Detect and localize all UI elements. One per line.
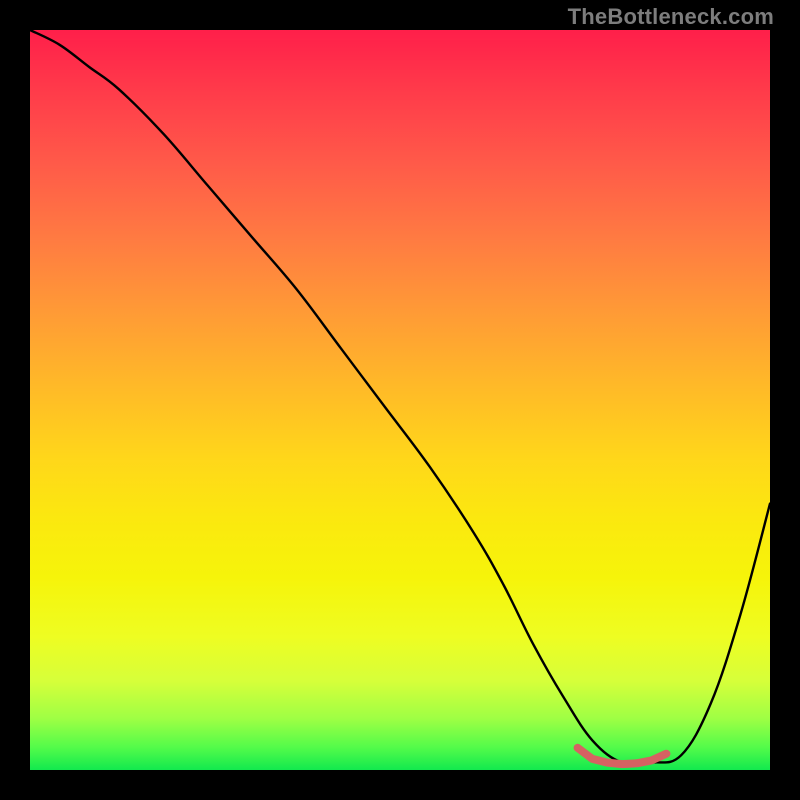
bottleneck-curve xyxy=(30,30,770,765)
sweet-spot-marker xyxy=(578,748,667,764)
chart-svg xyxy=(30,30,770,770)
plot-area xyxy=(30,30,770,770)
watermark-text: TheBottleneck.com xyxy=(568,4,774,30)
chart-frame: TheBottleneck.com xyxy=(0,0,800,800)
